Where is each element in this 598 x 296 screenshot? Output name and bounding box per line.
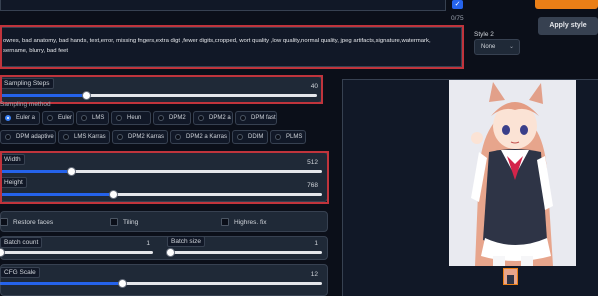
sampler-lms-karras[interactable]: LMS Karras [58, 130, 110, 144]
height-fill [0, 193, 113, 196]
style2-value: None [481, 44, 496, 50]
thumbnail-image[interactable] [503, 268, 518, 285]
radio-icon [275, 134, 281, 140]
sampler-lms[interactable]: LMS [76, 111, 109, 125]
prompt-token-counter: 0/75 [451, 15, 464, 22]
radio-icon [175, 134, 181, 140]
radio-icon [5, 134, 11, 140]
negative-prompt-line1: owres, bad anatomy, bad hands, text,erro… [3, 38, 431, 44]
radio-icon [116, 115, 122, 121]
highres-fix-checkbox[interactable]: Highres. fix [221, 218, 267, 226]
sampler-label: LMS [92, 115, 105, 121]
sampler-label: DDIM [248, 134, 264, 140]
height-slider[interactable] [0, 190, 322, 199]
sampler-ddim[interactable]: DDIM [232, 130, 268, 144]
cfg-scale-value[interactable]: 12 [280, 271, 318, 278]
radio-icon [158, 115, 164, 121]
apply-style-button[interactable]: Apply style [538, 17, 598, 35]
cfg-scale-panel [0, 264, 328, 296]
sampler-label: DPM2 a [209, 115, 231, 121]
height-value[interactable]: 768 [280, 182, 318, 189]
generate-button[interactable] [535, 0, 598, 9]
batch-size-slider[interactable] [166, 248, 322, 257]
cfg-scale-label: CFG Scale [0, 267, 40, 278]
radio-icon [47, 115, 53, 121]
sampler-dpm-fast[interactable]: DPM fast [235, 111, 277, 125]
radio-icon [63, 134, 69, 140]
sampling-steps-slider[interactable] [0, 91, 317, 100]
negative-prompt-line2: sername, blurry, bad feet [3, 48, 69, 54]
batch-count-slider[interactable] [0, 248, 153, 257]
batch-size-label: Batch size [167, 236, 205, 247]
sampler-label: Euler [58, 115, 73, 121]
restore-faces-label: Restore faces [13, 218, 54, 226]
radio-icon [240, 115, 246, 121]
chevron-down-icon: ⌄ [508, 44, 514, 50]
sampling-steps-thumb[interactable] [81, 91, 91, 100]
sampler-euler[interactable]: Euler [42, 111, 74, 125]
anime-catgirl-illustration [449, 80, 576, 266]
sampler-dpm2[interactable]: DPM2 [153, 111, 191, 125]
sampler-label: PLMS [286, 134, 303, 140]
height-label: Height [0, 177, 27, 188]
radio-icon [5, 115, 11, 121]
width-thumb[interactable] [66, 167, 76, 176]
batch-panel [0, 236, 328, 260]
sampler-label: DPM fast [251, 115, 276, 121]
width-value[interactable]: 512 [280, 159, 318, 166]
restore-faces-checkbox[interactable]: Restore faces [0, 218, 53, 226]
negative-prompt-input[interactable]: owres, bad anatomy, bad hands, text,erro… [0, 27, 462, 67]
width-fill [0, 170, 71, 173]
tiling-label: Tiling [123, 218, 139, 226]
sampler-heun[interactable]: Heun [111, 111, 151, 125]
save-checkbox[interactable]: ✓ [452, 0, 463, 9]
batch-size-thumb[interactable] [166, 248, 175, 257]
sampler-label: DPM adaptive [16, 134, 54, 140]
sampler-dpm2-a-karras[interactable]: DPM2 a Karras [170, 130, 230, 144]
style2-select[interactable]: None ⌄ [474, 39, 520, 55]
batch-size-value[interactable]: 1 [298, 240, 318, 247]
width-label: Width [0, 154, 25, 165]
sampler-euler-a[interactable]: Euler a [0, 111, 40, 125]
sampler-dpm2-a[interactable]: DPM2 a [193, 111, 233, 125]
cfg-scale-fill [0, 282, 123, 285]
radio-icon [81, 115, 87, 121]
generated-image[interactable] [449, 80, 576, 266]
positive-prompt-box[interactable] [0, 0, 446, 11]
sampling-method-label: Sampling method [0, 101, 51, 108]
height-thumb[interactable] [108, 190, 118, 199]
sampler-dpm2-karras[interactable]: DPM2 Karras [112, 130, 168, 144]
sampling-steps-value[interactable]: 40 [280, 83, 318, 90]
batch-count-value[interactable]: 1 [130, 240, 150, 247]
sampler-label: DPM2 [169, 115, 186, 121]
cfg-scale-slider[interactable] [0, 279, 322, 288]
sampling-steps-label: Sampling Steps [0, 78, 54, 89]
sampler-label: LMS Karras [74, 134, 106, 140]
highres-fix-label: Highres. fix [234, 218, 267, 226]
style2-label: Style 2 [474, 31, 494, 38]
batch-count-label: Batch count [0, 237, 43, 248]
thumbnail-figure [507, 275, 514, 284]
checkbox-icon [221, 218, 229, 226]
sampler-label: DPM2 a Karras [186, 134, 228, 140]
checkbox-icon [0, 218, 8, 226]
sampler-label: DPM2 Karras [128, 134, 165, 140]
sampler-plms[interactable]: PLMS [270, 130, 306, 144]
sampler-label: Heun [127, 115, 142, 121]
radio-icon [117, 134, 123, 140]
sampler-label: Euler a [16, 115, 36, 121]
checkbox-icon [110, 218, 118, 226]
radio-icon [198, 115, 204, 121]
sampling-steps-fill [0, 94, 86, 97]
sampler-dpm-adaptive[interactable]: DPM adaptive [0, 130, 56, 144]
width-slider[interactable] [0, 167, 322, 176]
tiling-checkbox[interactable]: Tiling [110, 218, 138, 226]
radio-icon [237, 134, 243, 140]
